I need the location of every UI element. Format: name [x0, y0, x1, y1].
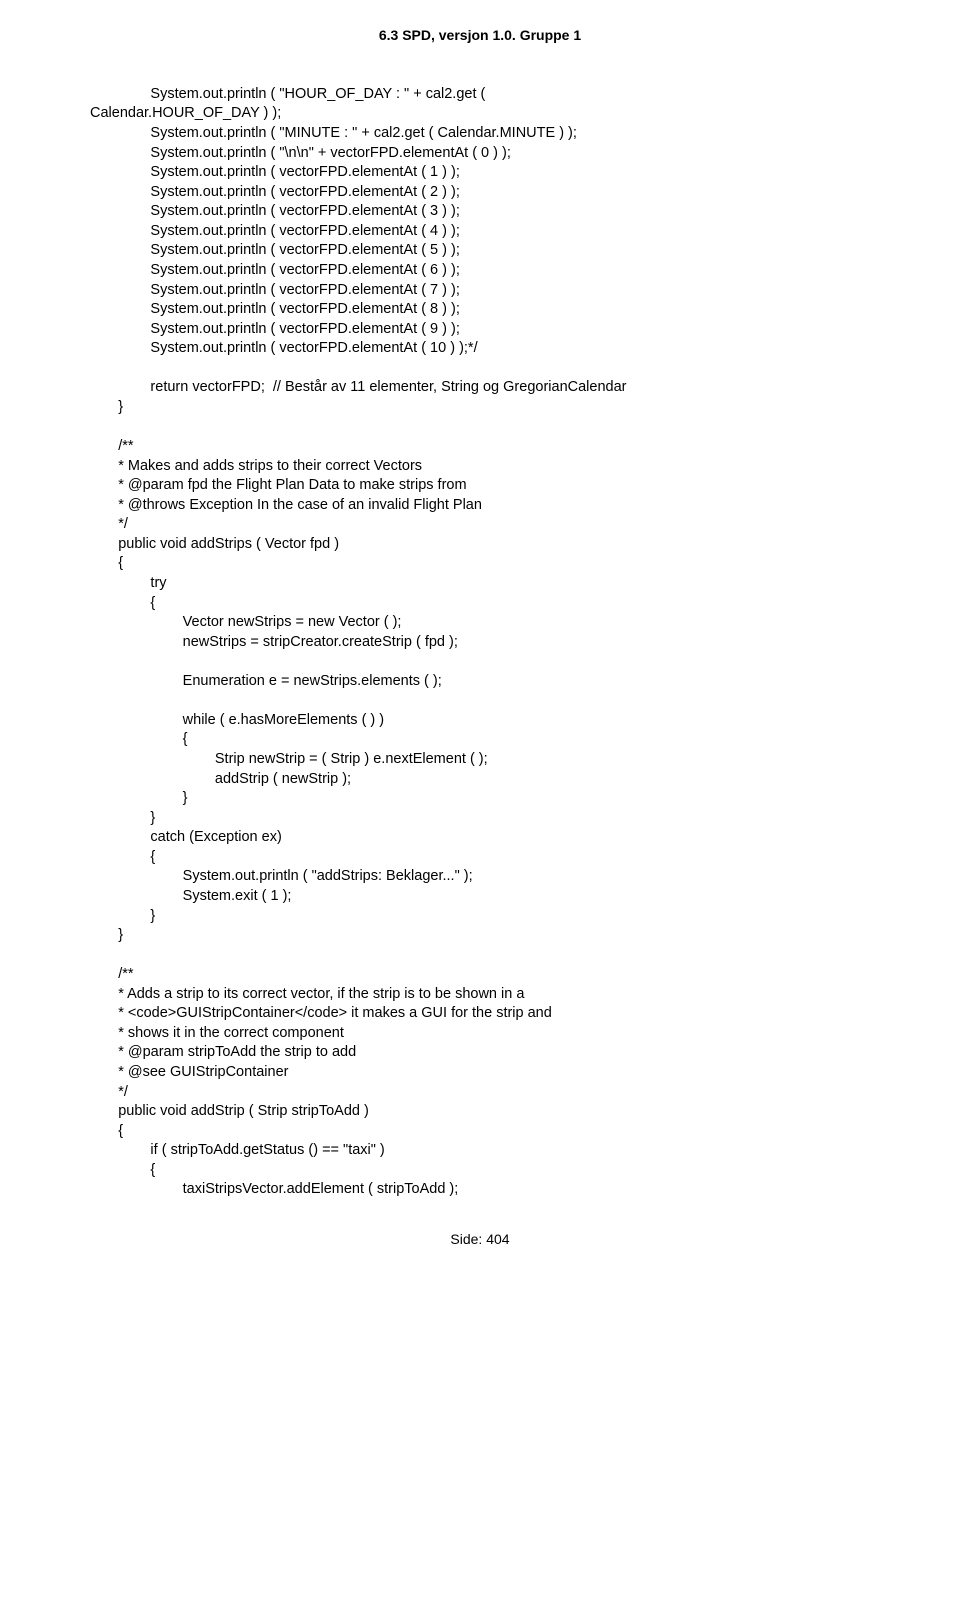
page-footer: Side: 404 — [90, 1230, 870, 1249]
code-block: System.out.println ( "HOUR_OF_DAY : " + … — [90, 85, 870, 1200]
document-page: 6.3 SPD, versjon 1.0. Gruppe 1 System.ou… — [0, 0, 960, 1616]
page-header: 6.3 SPD, versjon 1.0. Gruppe 1 — [90, 26, 870, 45]
